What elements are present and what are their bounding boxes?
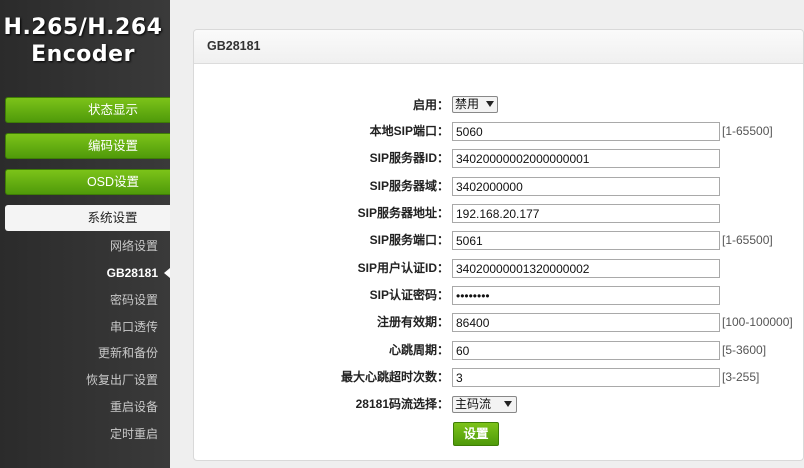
- row-stream-select: 28181码流选择： 主码流: [194, 395, 804, 415]
- sip-password-label: SIP认证密码：: [369, 288, 449, 302]
- stream-select-value: 主码流: [455, 397, 492, 411]
- enable-label: 启用：: [412, 98, 449, 112]
- register-expiry-input[interactable]: [452, 313, 720, 332]
- sidebar: H.265/H.264 Encoder 状态显示 编码设置 OSD设置 系统设置…: [0, 0, 170, 468]
- row-enable: 启用： 禁用: [194, 96, 804, 116]
- local-sip-port-input[interactable]: [452, 122, 720, 141]
- sidebar-item-gb28181[interactable]: GB28181: [0, 266, 158, 280]
- row-sip-user-id: SIP用户认证ID：: [194, 259, 804, 279]
- active-arrow-icon: [164, 268, 170, 278]
- enable-select[interactable]: 禁用: [452, 96, 498, 113]
- gb28181-panel: GB28181 启用： 禁用 本地SIP端口： [1-65500] SIP服务器…: [193, 29, 804, 461]
- brand-line-1: H.265/H.264: [3, 15, 163, 40]
- row-register-expiry: 注册有效期： [100-100000]: [194, 313, 804, 333]
- panel-title: GB28181: [194, 30, 803, 64]
- chevron-down-icon: [486, 101, 494, 107]
- stream-select-label: 28181码流选择：: [355, 397, 449, 411]
- row-sip-server-domain: SIP服务器域：: [194, 177, 804, 197]
- register-expiry-label: 注册有效期：: [376, 315, 449, 329]
- nav-encode[interactable]: 编码设置: [5, 133, 170, 159]
- stream-select[interactable]: 主码流: [452, 396, 517, 413]
- row-sip-server-id: SIP服务器ID：: [194, 149, 804, 169]
- row-sip-password: SIP认证密码：: [194, 286, 804, 306]
- sip-user-id-input[interactable]: [452, 259, 720, 278]
- row-sip-server-port: SIP服务端口： [1-65500]: [194, 231, 804, 251]
- sip-password-input[interactable]: [452, 286, 720, 305]
- sidebar-item-scheduled-reboot[interactable]: 定时重启: [0, 427, 158, 441]
- max-heartbeat-timeout-range: [3-255]: [722, 370, 760, 384]
- heartbeat-input[interactable]: [452, 341, 720, 360]
- sip-server-port-label: SIP服务端口：: [369, 233, 449, 247]
- sip-server-id-label: SIP服务器ID：: [369, 151, 449, 165]
- enable-select-value: 禁用: [455, 97, 480, 111]
- row-local-sip-port: 本地SIP端口： [1-65500]: [194, 122, 804, 142]
- chevron-down-icon: [504, 401, 512, 407]
- sip-server-domain-label: SIP服务器域：: [369, 179, 449, 193]
- local-sip-port-range: [1-65500]: [722, 124, 773, 138]
- set-button[interactable]: 设置: [453, 422, 499, 446]
- heartbeat-label: 心跳周期：: [388, 343, 449, 357]
- sip-server-addr-input[interactable]: [452, 204, 720, 223]
- sip-server-addr-label: SIP服务器地址：: [357, 206, 449, 220]
- sip-user-id-label: SIP用户认证ID：: [357, 261, 449, 275]
- sidebar-item-password[interactable]: 密码设置: [0, 293, 158, 307]
- row-max-heartbeat-timeout: 最大心跳超时次数： [3-255]: [194, 368, 804, 388]
- nav-system[interactable]: 系统设置: [5, 205, 170, 231]
- sidebar-item-network[interactable]: 网络设置: [0, 239, 158, 253]
- nav-osd[interactable]: OSD设置: [5, 169, 170, 195]
- local-sip-port-label: 本地SIP端口：: [369, 124, 449, 138]
- sip-server-domain-input[interactable]: [452, 177, 720, 196]
- max-heartbeat-timeout-label: 最大心跳超时次数：: [340, 370, 449, 384]
- register-expiry-range: [100-100000]: [722, 315, 793, 329]
- sidebar-item-update[interactable]: 更新和备份: [0, 346, 158, 360]
- sidebar-item-reboot[interactable]: 重启设备: [0, 400, 158, 414]
- sip-server-id-input[interactable]: [452, 149, 720, 168]
- row-heartbeat: 心跳周期： [5-3600]: [194, 341, 804, 361]
- brand-line-2: Encoder: [31, 42, 135, 67]
- nav-status[interactable]: 状态显示: [5, 97, 170, 123]
- sip-server-port-range: [1-65500]: [722, 233, 773, 247]
- max-heartbeat-timeout-input[interactable]: [452, 368, 720, 387]
- sip-server-port-input[interactable]: [452, 231, 720, 250]
- heartbeat-range: [5-3600]: [722, 343, 767, 357]
- brand-logo: H.265/H.264 Encoder: [0, 14, 166, 68]
- row-sip-server-addr: SIP服务器地址：: [194, 204, 804, 224]
- sidebar-item-serial[interactable]: 串口透传: [0, 320, 158, 334]
- sidebar-item-factory-reset[interactable]: 恢复出厂设置: [0, 373, 158, 387]
